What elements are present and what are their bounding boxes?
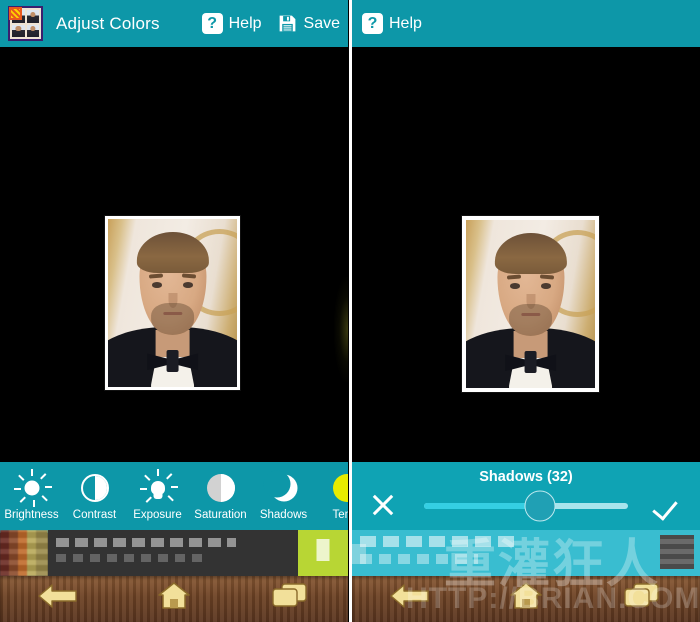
- close-x-icon[interactable]: [370, 492, 396, 518]
- question-mark-icon: ?: [362, 13, 383, 34]
- back-arrow-icon: [390, 584, 429, 608]
- photo-bowtie-knot: [524, 351, 537, 373]
- home-icon: [158, 582, 190, 609]
- help-button[interactable]: ? Help: [362, 13, 422, 34]
- help-button[interactable]: ? Help: [201, 13, 262, 34]
- photo-beard: [150, 303, 195, 335]
- photo-beard: [508, 304, 553, 336]
- adjust-toolbar[interactable]: Brightness Contrast Exposure Saturation …: [0, 462, 348, 530]
- icon-photo-cell: [12, 24, 25, 37]
- icon-photo-cell: [26, 24, 39, 37]
- photo-bowtie-knot: [166, 350, 179, 372]
- save-button[interactable]: Save: [277, 13, 340, 34]
- icon-flag-badge: [9, 7, 22, 20]
- recent-apps-icon: [272, 583, 307, 607]
- temperature-yellow-circle-icon: [327, 468, 348, 508]
- adjust-item-saturation[interactable]: Saturation: [189, 462, 252, 521]
- slider-title: Shadows (32): [479, 469, 573, 485]
- adjust-item-exposure[interactable]: Exposure: [126, 462, 189, 521]
- advertisement-banner[interactable]: [0, 530, 348, 576]
- adjust-item-brightness[interactable]: Brightness: [0, 462, 63, 521]
- checkmark-icon[interactable]: [656, 492, 682, 518]
- exposure-bulb-icon: [138, 468, 178, 508]
- left-panel: Adjust Colors ? Help Save Brightness Con…: [0, 0, 348, 622]
- home-icon: [510, 582, 542, 609]
- floppy-disk-icon: [279, 15, 295, 32]
- left-system-navbar: [0, 576, 348, 622]
- home-button[interactable]: [146, 581, 202, 617]
- ad-text-placeholder: [48, 530, 298, 576]
- adjust-label: Brightness: [4, 509, 59, 521]
- photo-eye-right: [540, 283, 552, 289]
- left-appbar: Adjust Colors ? Help Save: [0, 0, 348, 47]
- adjust-item-contrast[interactable]: Contrast: [63, 462, 126, 521]
- recent-apps-button[interactable]: [614, 581, 670, 617]
- home-button[interactable]: [498, 581, 554, 617]
- ad-text-placeholder: [360, 554, 479, 564]
- portrait-photo-man-in-tuxedo-bowtie: [466, 220, 595, 388]
- photo-frame[interactable]: [462, 216, 599, 392]
- canvas-edge-glow: [334, 277, 348, 382]
- ad-thumbnail: [660, 535, 694, 569]
- question-mark-icon: ?: [201, 13, 223, 34]
- icon-photo-cell: [26, 10, 39, 23]
- passport-photo-grid-icon: [8, 6, 43, 41]
- help-button-label: Help: [228, 14, 262, 32]
- ad-install-button[interactable]: [298, 530, 348, 576]
- adjust-label: Shadows: [259, 509, 308, 521]
- left-appbar-actions: ? Help Save: [201, 13, 340, 34]
- photo-mouth: [162, 312, 183, 315]
- photo-eye-left: [509, 283, 521, 289]
- right-panel: ? Help Shadows (32) 重灌狂人 HTTP://BRIAN.CO…: [352, 0, 700, 622]
- contrast-half-circle-icon: [75, 468, 115, 508]
- adjust-label: Exposure: [133, 509, 182, 521]
- advertisement-banner[interactable]: [352, 530, 700, 576]
- back-button[interactable]: [382, 581, 438, 617]
- back-arrow-icon: [38, 584, 77, 608]
- screenshot-root: Adjust Colors ? Help Save Brightness Con…: [0, 0, 700, 622]
- recent-apps-icon: [624, 583, 659, 607]
- portrait-photo-man-in-tuxedo-bowtie: [108, 219, 237, 387]
- photo-eye-right: [182, 282, 194, 288]
- slider-thumb[interactable]: [524, 490, 556, 522]
- ad-text-placeholder: [360, 536, 521, 547]
- ad-thumbnail: [0, 530, 48, 576]
- right-system-navbar: [352, 576, 700, 622]
- adjust-item-shadows[interactable]: Shadows: [252, 462, 315, 521]
- back-button[interactable]: [30, 581, 86, 617]
- help-button-label: Help: [389, 14, 422, 32]
- save-button-label: Save: [303, 14, 340, 32]
- adjustment-slider-bar: Shadows (32): [352, 462, 700, 530]
- adjust-label: Saturation: [194, 509, 247, 521]
- adjust-label: Temp: [332, 509, 348, 521]
- adjust-item-temp[interactable]: Temp: [315, 462, 348, 521]
- recent-apps-button[interactable]: [262, 581, 318, 617]
- photo-eye-left: [151, 282, 163, 288]
- crescent-moon-icon: [263, 468, 304, 508]
- adjust-label: Contrast: [72, 509, 117, 521]
- page-title: Adjust Colors: [56, 13, 160, 33]
- right-appbar: ? Help: [352, 0, 700, 47]
- saturation-half-circle-icon: [201, 468, 241, 508]
- photo-mouth: [520, 313, 541, 316]
- photo-frame[interactable]: [105, 216, 240, 390]
- sun-icon: [12, 468, 52, 508]
- slider-fill: [424, 503, 541, 509]
- slider-track[interactable]: [424, 490, 628, 522]
